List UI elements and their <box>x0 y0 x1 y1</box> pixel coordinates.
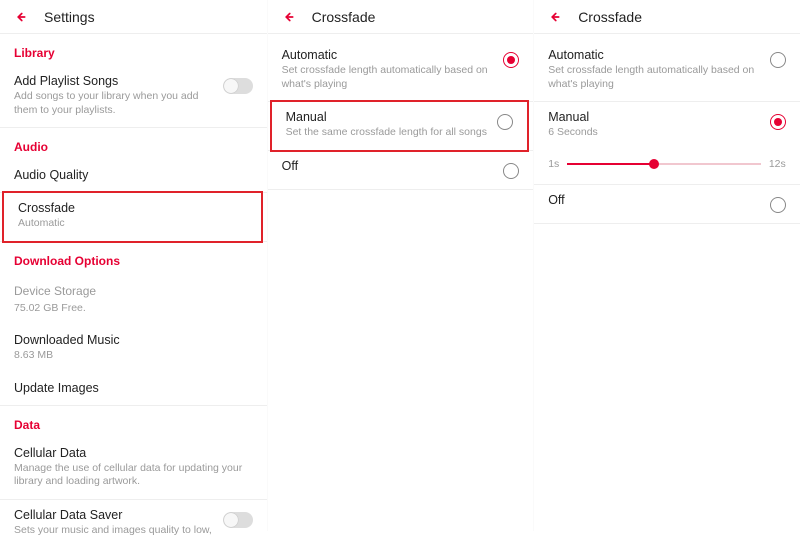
page-title: Crossfade <box>312 9 376 25</box>
add-playlist-songs-row[interactable]: Add Playlist Songs Add songs to your lib… <box>0 66 267 128</box>
settings-panel: Settings Library Add Playlist Songs Add … <box>0 0 267 531</box>
radio-selected-icon[interactable] <box>770 114 786 130</box>
cellular-data-saver-row[interactable]: Cellular Data Saver Sets your music and … <box>0 500 267 548</box>
page-title: Crossfade <box>578 9 642 25</box>
row-label: Manual <box>286 110 498 124</box>
highlight-box: Crossfade Automatic <box>2 191 263 243</box>
row-sub: Set crossfade length automatically based… <box>548 64 770 91</box>
update-images-row[interactable]: Update Images <box>0 373 267 406</box>
row-label: Automatic <box>282 48 504 62</box>
crossfade-panel-auto: Crossfade Automatic Set crossfade length… <box>267 0 534 531</box>
slider-min-label: 1s <box>548 158 559 170</box>
crossfade-slider-row: 1s 12s <box>534 150 800 185</box>
crossfade-row[interactable]: Crossfade Automatic <box>4 193 261 241</box>
row-sub: Set the same crossfade length for all so… <box>286 126 498 140</box>
row-label: Off <box>548 193 770 207</box>
back-arrow-icon[interactable] <box>544 7 564 27</box>
option-manual[interactable]: Manual 6 Seconds <box>534 102 800 150</box>
highlight-box: Manual Set the same crossfade length for… <box>270 100 530 152</box>
radio-selected-icon[interactable] <box>503 52 519 68</box>
option-automatic[interactable]: Automatic Set crossfade length automatic… <box>268 40 534 102</box>
radio-unselected-icon[interactable] <box>770 52 786 68</box>
slider-max-label: 12s <box>769 158 786 170</box>
crossfade-panel-manual: Crossfade Automatic Set crossfade length… <box>533 0 800 531</box>
row-label: Manual <box>548 110 770 124</box>
row-label: Cellular Data <box>14 446 253 460</box>
row-label: Add Playlist Songs <box>14 74 223 88</box>
option-manual[interactable]: Manual Set the same crossfade length for… <box>272 102 528 150</box>
row-label: Automatic <box>548 48 770 62</box>
row-label: Off <box>282 159 504 173</box>
toggle-off-icon[interactable] <box>223 512 253 528</box>
row-sub: Set crossfade length automatically based… <box>282 64 504 91</box>
cellular-data-row[interactable]: Cellular Data Manage the use of cellular… <box>0 438 267 500</box>
row-label: Cellular Data Saver <box>14 508 223 522</box>
row-sub: 75.02 GB Free. <box>14 302 253 316</box>
radio-unselected-icon[interactable] <box>503 163 519 179</box>
back-arrow-icon[interactable] <box>10 7 30 27</box>
row-sub: 8.63 MB <box>14 349 253 363</box>
audio-quality-row[interactable]: Audio Quality <box>0 160 267 193</box>
option-off[interactable]: Off <box>268 151 534 190</box>
section-download-options: Download Options <box>0 242 267 274</box>
section-data: Data <box>0 406 267 438</box>
row-label: Update Images <box>14 381 253 395</box>
row-label: Downloaded Music <box>14 333 253 347</box>
row-sub: Automatic <box>18 217 247 231</box>
back-arrow-icon[interactable] <box>278 7 298 27</box>
device-storage-row[interactable]: Device Storage 75.02 GB Free. <box>0 274 267 325</box>
section-audio: Audio <box>0 128 267 160</box>
row-sub: Add songs to your library when you add t… <box>14 90 223 117</box>
crossfade-slider[interactable] <box>567 163 761 165</box>
header: Settings <box>0 0 267 34</box>
downloaded-music-row[interactable]: Downloaded Music 8.63 MB <box>0 325 267 373</box>
row-sub: 6 Seconds <box>548 126 770 140</box>
header: Crossfade <box>268 0 534 34</box>
slider-thumb-icon[interactable] <box>649 159 659 169</box>
section-library: Library <box>0 34 267 66</box>
page-title: Settings <box>44 9 95 25</box>
radio-unselected-icon[interactable] <box>770 197 786 213</box>
toggle-off-icon[interactable] <box>223 78 253 94</box>
row-label: Crossfade <box>18 201 247 215</box>
option-off[interactable]: Off <box>534 185 800 224</box>
radio-unselected-icon[interactable] <box>497 114 513 130</box>
row-sub: Manage the use of cellular data for upda… <box>14 462 253 489</box>
row-label: Audio Quality <box>14 168 253 182</box>
option-automatic[interactable]: Automatic Set crossfade length automatic… <box>534 40 800 102</box>
row-label: Device Storage <box>14 284 253 300</box>
header: Crossfade <box>534 0 800 34</box>
